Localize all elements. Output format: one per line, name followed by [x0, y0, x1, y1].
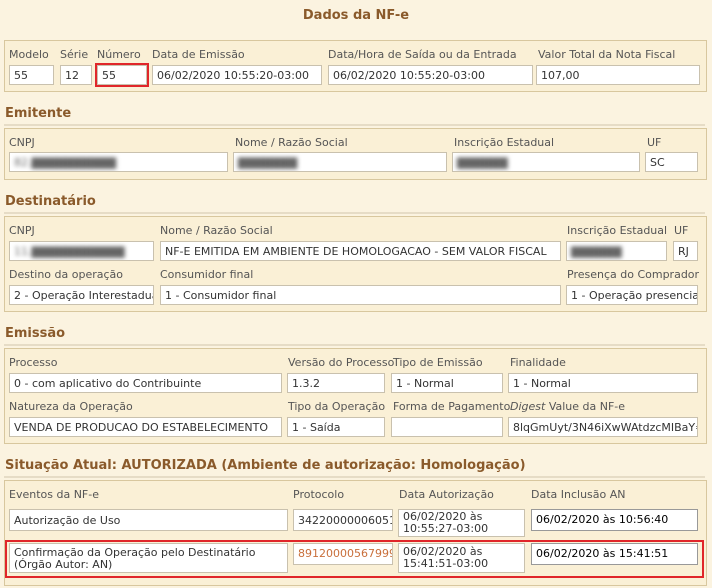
emitente-uf-field[interactable]: SC [645, 152, 698, 172]
natureza-label: Natureza da Operação [9, 400, 133, 413]
emitente-cnpj-value: 82.▇▇▇▇▇▇▇▇▇▇ [14, 156, 117, 169]
versao-label: Versão do Processo [288, 356, 395, 369]
data-emissao-field[interactable]: 06/02/2020 10:55:20-03:00 [152, 65, 322, 85]
numero-label: Número [97, 48, 141, 61]
valor-total-label: Valor Total da Nota Fiscal [538, 48, 676, 61]
forma-pagamento-field[interactable] [391, 417, 503, 437]
modelo-label: Modelo [9, 48, 49, 61]
data-autorizacao-label: Data Autorização [399, 488, 494, 501]
destino-label: Destino da operação [9, 268, 124, 281]
dest-uf-field[interactable]: RJ [673, 241, 698, 261]
emitente-ie-field[interactable]: ▇▇▇▇▇▇ [452, 152, 640, 172]
destino-field[interactable]: 2 - Operação Interestadual [9, 285, 154, 305]
evento-2-highlight [5, 540, 704, 578]
protocolo-label: Protocolo [293, 488, 345, 501]
dest-cnpj-field[interactable]: 11.▇▇▇▇▇▇▇▇▇▇▇ [9, 241, 154, 261]
eventos-label: Eventos da NF-e [9, 488, 99, 501]
situacao-rule [4, 476, 705, 478]
digest-field[interactable]: 8lqGmUyt/3N46iXwWAtdzcMIBaY= [508, 417, 698, 437]
page-title: Dados da NF-e [302, 8, 410, 23]
emitente-cnpj-label: CNPJ [9, 136, 35, 149]
tipo-operacao-label: Tipo da Operação [288, 400, 386, 413]
data-saida-field[interactable]: 06/02/2020 10:55:20-03:00 [328, 65, 533, 85]
data-emissao-label: Data de Emissão [152, 48, 245, 61]
emitente-heading: Emitente [5, 106, 72, 121]
evento-1-nome[interactable]: Autorização de Uso [9, 509, 288, 531]
serie-field[interactable]: 12 [60, 65, 92, 85]
destinatario-heading: Destinatário [5, 194, 96, 209]
tipo-emissao-field[interactable]: 1 - Normal [391, 373, 503, 393]
emitente-nome-field[interactable]: ▇▇▇▇▇▇▇ [233, 152, 447, 172]
evento-1-data-inclusao[interactable]: 06/02/2020 às 10:56:40 [531, 509, 698, 531]
emissao-heading: Emissão [5, 326, 66, 341]
emitente-rule [4, 124, 705, 126]
consumidor-field[interactable]: 1 - Consumidor final [160, 285, 561, 305]
emitente-ie-label: Inscrição Estadual [454, 136, 555, 149]
dest-ie-field[interactable]: ▇▇▇▇▇▇ [566, 241, 667, 261]
natureza-field[interactable]: VENDA DE PRODUCAO DO ESTABELECIMENTO [9, 417, 282, 437]
finalidade-field[interactable]: 1 - Normal [508, 373, 698, 393]
evento-1-protocolo[interactable]: 342200000060513 [293, 509, 393, 531]
presenca-field[interactable]: 1 - Operação presencial [566, 285, 698, 305]
tipo-emissao-label: Tipo de Emissão [393, 356, 483, 369]
data-inclusao-label: Data Inclusão AN [531, 488, 626, 501]
data-saida-label: Data/Hora de Saída ou da Entrada [328, 48, 517, 61]
dest-ie-label: Inscrição Estadual [567, 224, 668, 237]
consumidor-label: Consumidor final [160, 268, 254, 281]
dest-uf-label: UF [674, 224, 689, 237]
emitente-cnpj-field[interactable]: 82.▇▇▇▇▇▇▇▇▇▇ [9, 152, 228, 172]
tipo-operacao-field[interactable]: 1 - Saída [287, 417, 385, 437]
modelo-field[interactable]: 55 [9, 65, 54, 85]
emissao-rule [4, 344, 705, 346]
valor-total-field[interactable]: 107,00 [536, 65, 700, 85]
evento-1-data-autorizacao[interactable]: 06/02/2020 às 10:55:27-03:00 [398, 509, 525, 537]
situacao-heading: Situação Atual: AUTORIZADA (Ambiente de … [5, 458, 526, 473]
destinatario-rule [4, 212, 705, 214]
emitente-ie-value: ▇▇▇▇▇▇ [457, 156, 508, 169]
finalidade-label: Finalidade [510, 356, 566, 369]
versao-field[interactable]: 1.3.2 [287, 373, 385, 393]
dest-nome-label: Nome / Razão Social [160, 224, 273, 237]
dest-nome-field[interactable]: NF-E EMITIDA EM AMBIENTE DE HOMOLOGACAO … [160, 241, 561, 261]
emitente-nome-value: ▇▇▇▇▇▇▇ [238, 156, 298, 169]
digest-label: Digest Value da NF-e [510, 400, 625, 413]
processo-field[interactable]: 0 - com aplicativo do Contribuinte [9, 373, 282, 393]
serie-label: Série [60, 48, 89, 61]
dest-ie-value: ▇▇▇▇▇▇ [571, 245, 622, 258]
dest-cnpj-value: 11.▇▇▇▇▇▇▇▇▇▇▇ [14, 245, 125, 258]
digest-label-italic: Digest [510, 400, 546, 413]
forma-pagamento-label: Forma de Pagamento [393, 400, 511, 413]
numero-highlight [95, 63, 149, 87]
processo-label: Processo [9, 356, 58, 369]
emitente-nome-label: Nome / Razão Social [235, 136, 348, 149]
emitente-uf-label: UF [647, 136, 662, 149]
presenca-label: Presença do Comprador [567, 268, 700, 281]
digest-label-rest: Value da NF-e [545, 400, 626, 413]
dest-cnpj-label: CNPJ [9, 224, 35, 237]
